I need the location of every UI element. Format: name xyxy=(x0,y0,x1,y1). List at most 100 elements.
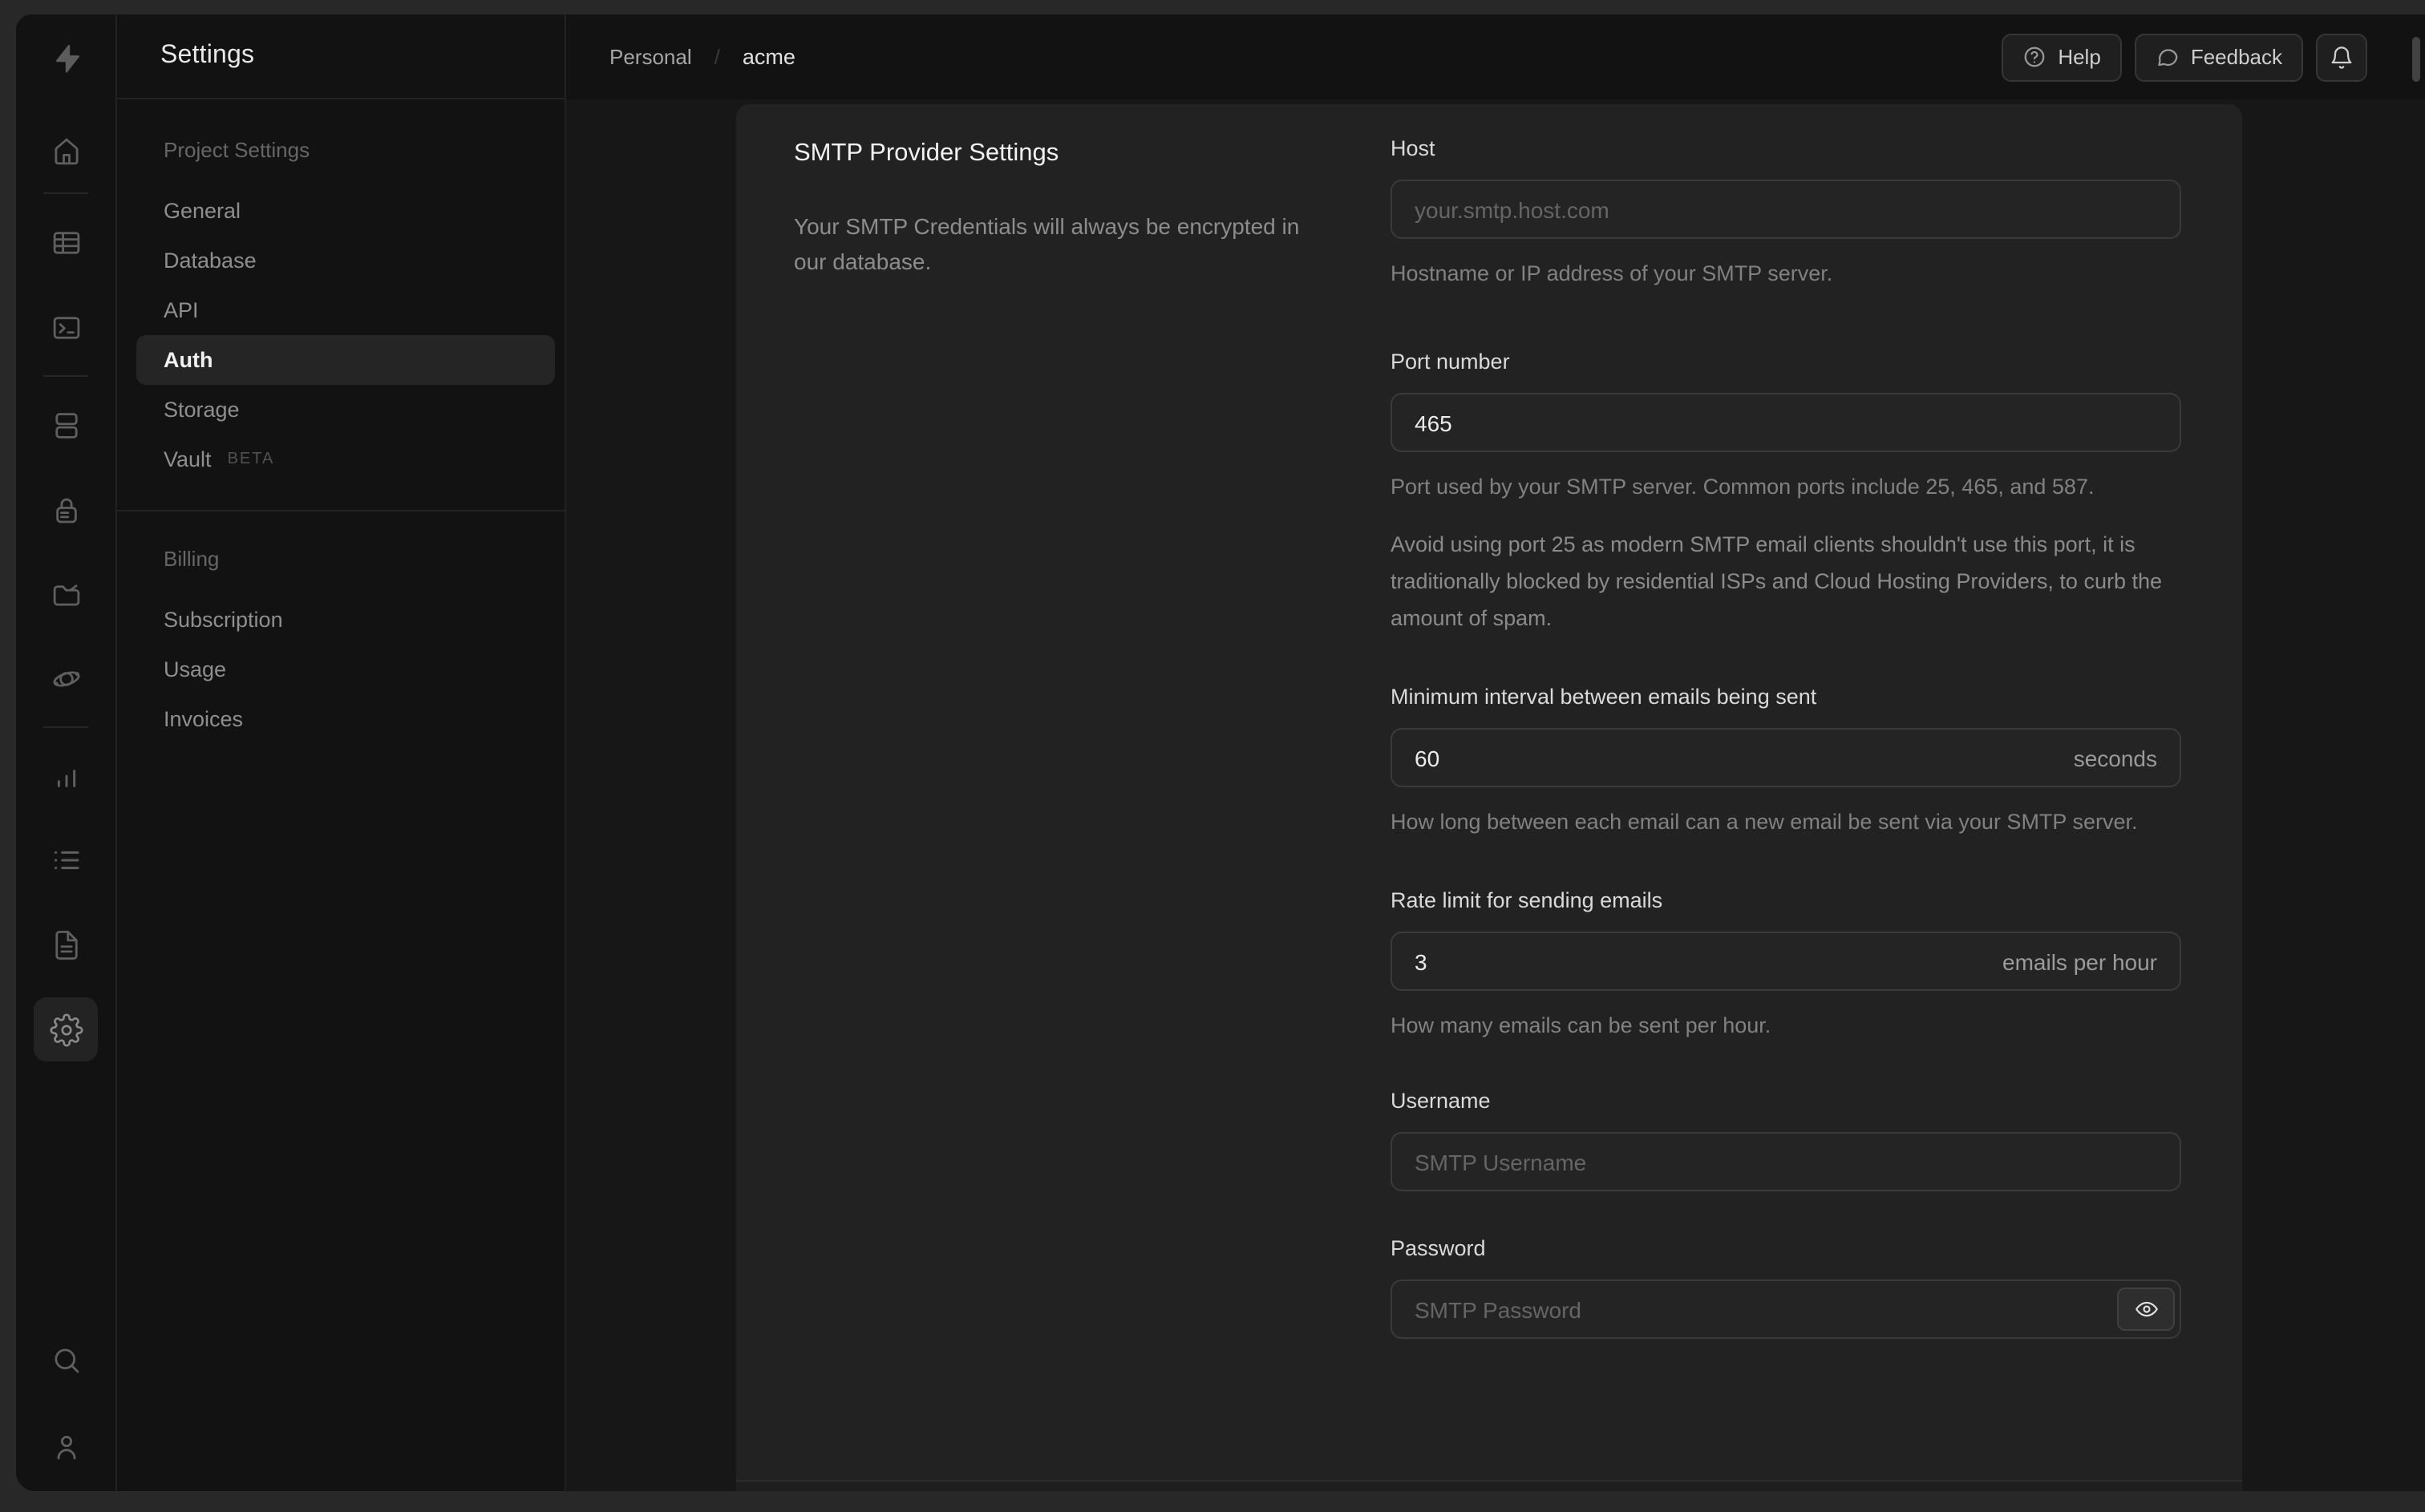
rail-user-button[interactable] xyxy=(34,1414,98,1478)
main-area: Personal / acme Help Feedback SMTP Provi… xyxy=(566,14,2425,1491)
sidebar-item-label: General xyxy=(164,199,241,223)
rail-divider xyxy=(43,726,88,728)
interval-field-group: Minimum interval between emails being se… xyxy=(1391,685,2181,840)
port-input[interactable] xyxy=(1391,393,2181,452)
sidebar-item-vault[interactable]: Vault BETA xyxy=(136,435,555,484)
breadcrumb-project[interactable]: acme xyxy=(743,45,796,69)
notifications-button[interactable] xyxy=(2316,33,2367,81)
sidebar-item-label: Vault xyxy=(164,447,212,471)
port-note-text: Avoid using port 25 as modern SMTP email… xyxy=(1391,532,2163,630)
content-area: SMTP Provider Settings Your SMTP Credent… xyxy=(566,99,2425,1491)
nav-docs[interactable] xyxy=(34,912,98,976)
section-label-billing: Billing xyxy=(164,547,220,571)
rate-limit-input[interactable] xyxy=(1391,932,2181,991)
interval-help-text: How long between each email can a new em… xyxy=(1391,810,2138,834)
rail-search-button[interactable] xyxy=(34,1328,98,1392)
sidebar-nav: Project Settings General Database API Au… xyxy=(117,99,565,744)
nav-reports[interactable] xyxy=(34,744,98,808)
rail-divider xyxy=(43,375,88,377)
notifications-bell-icon xyxy=(2331,46,2352,68)
billing-list: Subscription Usage Invoices xyxy=(117,595,565,744)
help-button-label: Help xyxy=(2058,45,2101,69)
port-field-group: Port number Port used by your SMTP serve… xyxy=(1391,350,2181,637)
panel-footer xyxy=(736,1480,2242,1491)
panel-title: SMTP Provider Settings xyxy=(794,139,1059,167)
nav-home[interactable] xyxy=(34,119,98,183)
nav-database[interactable] xyxy=(34,393,98,457)
app-window: Settings Project Settings General Databa… xyxy=(16,14,2425,1491)
rail-divider xyxy=(43,192,88,194)
breadcrumb-separator: / xyxy=(714,45,720,69)
sidebar-item-storage[interactable]: Storage xyxy=(136,385,555,435)
screen: Settings Project Settings General Databa… xyxy=(0,0,2425,1512)
sidebar-item-auth[interactable]: Auth xyxy=(136,335,555,385)
icon-rail xyxy=(16,14,115,1491)
auth-lock-icon xyxy=(55,497,76,523)
username-field-group: Username xyxy=(1391,1089,2181,1191)
sidebar-item-invoices[interactable]: Invoices xyxy=(136,694,555,744)
sidebar-item-label: Storage xyxy=(164,398,240,422)
user-icon xyxy=(56,1435,75,1459)
nav-edge-functions[interactable] xyxy=(34,646,98,710)
username-input[interactable] xyxy=(1391,1132,2181,1191)
sidebar-item-usage[interactable]: Usage xyxy=(136,645,555,694)
reports-chart-icon xyxy=(56,769,75,786)
feedback-button[interactable]: Feedback xyxy=(2134,33,2303,81)
password-visibility-toggle[interactable] xyxy=(2117,1288,2175,1331)
section-label-project-settings: Project Settings xyxy=(164,138,310,162)
help-button[interactable]: Help xyxy=(2002,33,2122,81)
nav-settings[interactable] xyxy=(34,997,98,1061)
host-help-text: Hostname or IP address of your SMTP serv… xyxy=(1391,261,1833,285)
nav-auth[interactable] xyxy=(34,478,98,542)
settings-sidebar: Settings Project Settings General Databa… xyxy=(115,14,566,1491)
sql-editor-icon xyxy=(52,316,79,338)
port-help-text: Port used by your SMTP server. Common po… xyxy=(1391,475,2095,499)
database-icon xyxy=(55,412,77,438)
host-field-group: Host Hostname or IP address of your SMTP… xyxy=(1391,136,2181,292)
password-input[interactable] xyxy=(1391,1280,2181,1339)
sidebar-item-label: API xyxy=(164,298,199,322)
nav-table-editor[interactable] xyxy=(34,210,98,274)
supabase-logo-glyph xyxy=(55,43,79,72)
help-circle-icon xyxy=(2024,46,2045,67)
breadcrumb: Personal / acme xyxy=(609,45,796,69)
nav-logs[interactable] xyxy=(34,827,98,891)
sidebar-header: Settings xyxy=(117,14,565,99)
sidebar-item-database[interactable]: Database xyxy=(136,236,555,285)
sidebar-item-api[interactable]: API xyxy=(136,285,555,335)
eye-icon xyxy=(2135,1301,2157,1317)
supabase-bolt-icon[interactable] xyxy=(34,26,98,90)
scrollbar-thumb[interactable] xyxy=(2412,37,2420,82)
table-editor-icon xyxy=(52,231,79,253)
home-icon xyxy=(54,137,78,164)
password-field-group: Password xyxy=(1391,1236,2181,1339)
top-bar: Personal / acme Help Feedback xyxy=(566,14,2425,99)
nav-storage[interactable] xyxy=(34,561,98,625)
edge-functions-orbit-icon xyxy=(52,670,79,686)
username-label: Username xyxy=(1391,1089,1491,1113)
port-label: Port number xyxy=(1391,350,1510,374)
rate-limit-help-text: How many emails can be sent per hour. xyxy=(1391,1013,1771,1037)
sidebar-item-label: Usage xyxy=(164,657,227,681)
logs-list-icon xyxy=(54,850,79,869)
nav-sql-editor[interactable] xyxy=(34,295,98,359)
interval-input[interactable] xyxy=(1391,728,2181,787)
project-settings-list: General Database API Auth Storage Vault … xyxy=(117,186,565,484)
smtp-settings-panel: SMTP Provider Settings Your SMTP Credent… xyxy=(736,104,2242,1491)
storage-folder-icon xyxy=(52,583,79,605)
search-icon xyxy=(54,1348,79,1373)
smtp-form: Host Hostname or IP address of your SMTP… xyxy=(1391,104,2242,1491)
host-label: Host xyxy=(1391,136,1435,160)
rate-limit-field-group: Rate limit for sending emails emails per… xyxy=(1391,888,2181,1044)
interval-label: Minimum interval between emails being se… xyxy=(1391,685,1817,709)
rate-limit-label: Rate limit for sending emails xyxy=(1391,888,1663,912)
sidebar-item-subscription[interactable]: Subscription xyxy=(136,595,555,645)
sidebar-item-general[interactable]: General xyxy=(136,186,555,236)
sidebar-title: Settings xyxy=(160,42,255,69)
panel-description: Your SMTP Credentials will always be enc… xyxy=(794,213,1300,274)
breadcrumb-org[interactable]: Personal xyxy=(609,45,692,69)
topbar-actions: Help Feedback xyxy=(2002,33,2367,81)
password-label: Password xyxy=(1391,1236,1486,1260)
panel-intro: SMTP Provider Settings Your SMTP Credent… xyxy=(736,104,1391,1491)
host-input[interactable] xyxy=(1391,180,2181,239)
